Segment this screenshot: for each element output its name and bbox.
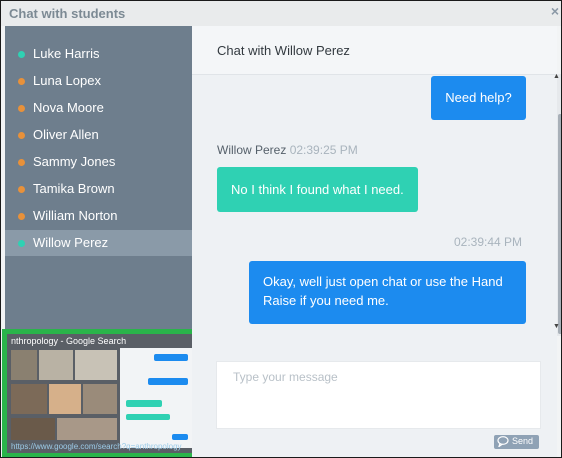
message-input-placeholder: Type your message [233, 370, 338, 384]
image-result-tile [75, 350, 117, 380]
student-item-luna-lopex[interactable]: Luna Lopex [5, 68, 192, 94]
status-dot-icon [18, 213, 25, 220]
status-dot-icon [18, 159, 25, 166]
message-bubble-outgoing: Okay, well just open chat or use the Han… [249, 261, 526, 324]
status-dot-icon [18, 51, 25, 58]
message-bubble-incoming: No I think I found what I need. [217, 167, 418, 212]
image-result-tile [11, 418, 55, 440]
send-label: Send [512, 436, 534, 446]
scroll-down-arrow-icon[interactable]: ▼ [553, 323, 560, 330]
message-meta: Willow Perez 02:39:25 PM [217, 143, 358, 157]
student-name: Luke Harris [33, 46, 100, 61]
screen-preview: nthropology - Google Search https://www.… [7, 334, 194, 453]
mini-bubble [172, 434, 188, 440]
student-name: William Norton [33, 208, 118, 223]
student-name: Oliver Allen [33, 127, 99, 142]
image-result-tile [57, 418, 117, 440]
student-screen-thumbnail[interactable]: nthropology - Google Search https://www.… [2, 329, 199, 457]
sender-name: Willow Perez [217, 143, 287, 157]
image-result-tile [49, 384, 81, 414]
message-text: No I think I found what I need. [231, 182, 404, 197]
scroll-up-arrow-icon[interactable]: ▲ [553, 73, 560, 80]
message-text: Need help? [445, 90, 512, 105]
image-result-tile [39, 350, 73, 380]
message-timestamp: 02:39:44 PM [454, 235, 523, 249]
message-timestamp: 02:39:25 PM [289, 143, 358, 157]
mini-bubble [148, 378, 188, 385]
title-bar: Chat with students × [1, 1, 561, 26]
speech-bubble-icon [497, 436, 509, 447]
message-bubble-outgoing: Need help? [431, 76, 526, 120]
mini-bubble [126, 400, 162, 407]
image-result-tile [11, 350, 37, 380]
scrollbar-thumb[interactable] [558, 114, 561, 334]
window-title: Chat with students [9, 6, 126, 21]
status-dot-icon [18, 186, 25, 193]
send-button[interactable]: Send [494, 435, 539, 449]
status-dot-icon [18, 132, 25, 139]
close-icon[interactable]: × [551, 3, 559, 19]
student-name: Luna Lopex [33, 73, 101, 88]
message-text-line: Raise if you need me. [263, 293, 389, 308]
message-text-line: Okay, well just open chat or use the Han… [263, 274, 503, 289]
thumbnail-url: https://www.google.com/search?q=anthropo… [11, 442, 182, 451]
status-dot-icon [18, 240, 25, 247]
student-item-willow-perez[interactable]: Willow Perez [5, 230, 192, 256]
image-result-tile [11, 384, 47, 414]
mini-bubble [126, 414, 170, 420]
student-item-tamika-brown[interactable]: Tamika Brown [5, 176, 192, 202]
student-item-william-norton[interactable]: William Norton [5, 203, 192, 229]
chat-header: Chat with Willow Perez [192, 26, 557, 75]
chat-title: Chat with Willow Perez [217, 43, 350, 58]
thumbnail-title: nthropology - Google Search [11, 336, 127, 346]
student-item-nova-moore[interactable]: Nova Moore [5, 95, 192, 121]
mini-bubble [154, 354, 188, 361]
message-input[interactable]: Type your message [216, 361, 541, 429]
message-scrollbar[interactable] [557, 74, 561, 336]
student-name: Nova Moore [33, 100, 104, 115]
image-result-tile [83, 384, 117, 414]
chat-window: Chat with students × Luke Harris Luna Lo… [0, 0, 562, 458]
student-item-oliver-allen[interactable]: Oliver Allen [5, 122, 192, 148]
student-item-luke-harris[interactable]: Luke Harris [5, 41, 192, 67]
student-item-sammy-jones[interactable]: Sammy Jones [5, 149, 192, 175]
status-dot-icon [18, 105, 25, 112]
mini-chat-panel [120, 348, 192, 448]
status-dot-icon [18, 78, 25, 85]
student-name: Willow Perez [33, 235, 109, 250]
student-name: Sammy Jones [33, 154, 116, 169]
student-name: Tamika Brown [33, 181, 115, 196]
